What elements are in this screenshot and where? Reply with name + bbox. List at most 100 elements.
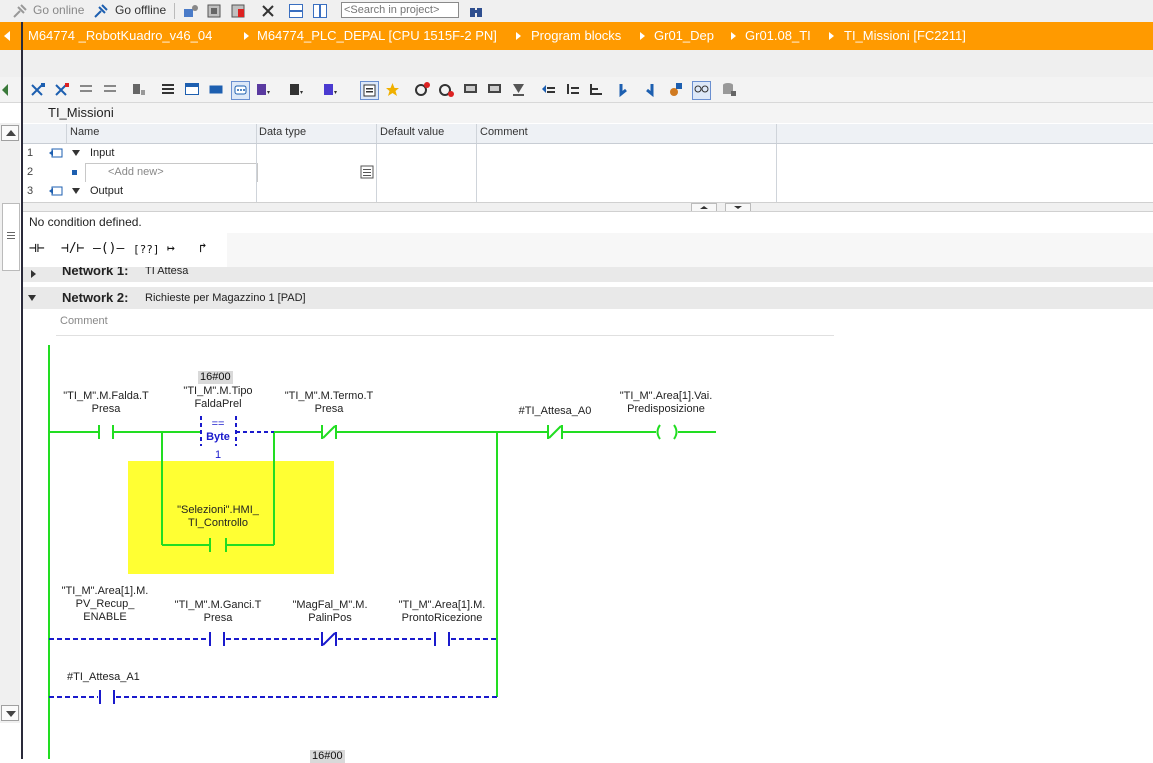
- operand-selezioni[interactable]: "Selezioni".HMI_ TI_Controllo: [168, 504, 268, 530]
- accessible-devices-icon[interactable]: [183, 3, 199, 19]
- grip-line: [7, 238, 15, 239]
- breadcrumb-plc[interactable]: M64774_PLC_DEPAL [CPU 1515F-2 PN]: [257, 28, 497, 43]
- operand-ganci[interactable]: "TI_M".M.Ganci.T Presa: [168, 599, 268, 625]
- favorites-toggle-icon[interactable]: [360, 81, 379, 100]
- close-networks-icon[interactable]: [208, 81, 225, 98]
- nc-contact-button[interactable]: ⊣/⊢: [61, 241, 84, 256]
- interface-row-output[interactable]: 3 Output: [23, 182, 1153, 203]
- search-project-input[interactable]: [341, 2, 459, 18]
- add-new-placeholder: <Add new>: [108, 166, 164, 178]
- start-cpu-icon[interactable]: [206, 3, 222, 19]
- memory-icon[interactable]: [720, 81, 737, 98]
- tag-info-icon[interactable]: [288, 81, 305, 98]
- col-divider: [256, 144, 257, 163]
- scroll-down-button[interactable]: [1, 705, 19, 721]
- operand-falda[interactable]: "TI_M".M.Falda.T Presa: [56, 390, 156, 416]
- network-comment-field[interactable]: Comment: [56, 310, 834, 336]
- operand-attesa-a0[interactable]: #TI_Attesa_A0: [505, 405, 605, 418]
- operand-termo[interactable]: "TI_M".M.Termo.T Presa: [279, 390, 379, 416]
- stop-cpu-icon[interactable]: [230, 3, 246, 19]
- col-divider: [776, 182, 777, 202]
- col-name[interactable]: Name: [70, 126, 99, 138]
- add-new-input[interactable]: <Add new>: [85, 163, 258, 183]
- empty-box-button[interactable]: [??]: [133, 243, 160, 256]
- jump-forward-icon[interactable]: [616, 81, 633, 98]
- open-networks-icon[interactable]: [184, 81, 201, 98]
- split-horizontal-icon[interactable]: [288, 3, 304, 19]
- tag-info-list-icon[interactable]: [322, 81, 339, 98]
- operand-pronto[interactable]: "TI_M".Area[1].M. ProntoRicezione: [391, 599, 493, 625]
- comparator-type[interactable]: Byte: [203, 431, 233, 444]
- go-online-icon[interactable]: [12, 3, 28, 19]
- monitor-icon[interactable]: [462, 81, 479, 98]
- jump-back-icon[interactable]: [640, 81, 657, 98]
- insert-row-icon[interactable]: [78, 81, 95, 98]
- interface-row-add-new[interactable]: 2 <Add new>: [23, 163, 1153, 183]
- network-2-title: Richieste per Magazzino 1 [PAD]: [145, 292, 306, 304]
- add-row-icon[interactable]: [102, 81, 119, 98]
- go-offline-button[interactable]: Go offline: [115, 3, 166, 17]
- reset-breakpoint-icon[interactable]: [414, 81, 431, 98]
- coil-predisposizione[interactable]: [656, 424, 661, 440]
- block-editor-toolbar: [0, 77, 1153, 103]
- open-branch-button[interactable]: ↦: [167, 241, 175, 256]
- breadcrumb-block[interactable]: TI_Missioni [FC2211]: [844, 28, 966, 43]
- call-structure-icon[interactable]: [540, 81, 557, 98]
- monitoring-toggle-icon[interactable]: [692, 81, 711, 100]
- operand-area-vai[interactable]: "TI_M".Area[1].Vai. Predisposizione: [612, 390, 720, 416]
- col-default-value[interactable]: Default value: [380, 126, 444, 138]
- prev-icon[interactable]: [0, 81, 17, 98]
- network-2-header[interactable]: Network 2: Richieste per Magazzino 1 [PA…: [23, 287, 1153, 309]
- breadcrumb-project[interactable]: M64774 _RobotKuadro_v46_04: [28, 28, 212, 43]
- breadcrumb-subgroup[interactable]: Gr01.08_TI: [745, 28, 811, 43]
- go-online-button[interactable]: Go online: [33, 3, 84, 17]
- insert-network-icon[interactable]: [30, 81, 47, 98]
- scroll-thumb[interactable]: [2, 203, 20, 271]
- breadcrumb-arrow-icon: [829, 32, 834, 40]
- all-networks-icon[interactable]: [160, 81, 177, 98]
- coil-predisposizione[interactable]: [673, 424, 678, 440]
- indent-icon[interactable]: [564, 81, 581, 98]
- go-offline-icon[interactable]: [93, 3, 109, 19]
- absolute-operands-icon[interactable]: [255, 81, 272, 98]
- scroll-up-button[interactable]: [1, 125, 19, 141]
- splitter[interactable]: [23, 202, 1153, 212]
- expand-icon[interactable]: [72, 150, 80, 156]
- operand-pvrecup[interactable]: "TI_M".Area[1].M. PV_Recup_ ENABLE: [55, 585, 155, 624]
- expand-network-icon[interactable]: [31, 270, 36, 278]
- data-type-picker-icon[interactable]: [360, 165, 374, 179]
- operand-attesa-a1[interactable]: #TI_Attesa_A1: [56, 671, 167, 684]
- breadcrumb-program-blocks[interactable]: Program blocks: [531, 28, 621, 43]
- col-comment[interactable]: Comment: [480, 126, 528, 138]
- abs-operand-icon[interactable]: [130, 81, 147, 98]
- block-title-bar: TI_Missioni: [23, 103, 1153, 123]
- collapse-network-icon[interactable]: [28, 295, 36, 301]
- no-contact-button[interactable]: ⊣⊢: [29, 241, 45, 256]
- star-icon[interactable]: [384, 81, 401, 98]
- tree-icon[interactable]: [588, 81, 605, 98]
- palette-background: [227, 233, 1153, 267]
- operand-magfal[interactable]: "MagFal_M".M. PalinPos: [280, 599, 380, 625]
- settings-icon[interactable]: [668, 81, 685, 98]
- contact-magfal-nc: [322, 632, 336, 646]
- left-scrollbar[interactable]: [0, 123, 20, 723]
- close-branch-button[interactable]: ↱: [199, 241, 207, 256]
- coil-button[interactable]: –()–: [93, 241, 124, 256]
- split-vertical-icon[interactable]: [312, 3, 328, 19]
- chevron-down-icon: [6, 711, 16, 717]
- monitor-modify-icon[interactable]: [486, 81, 503, 98]
- col-data-type[interactable]: Data type: [259, 126, 306, 138]
- col-divider: [476, 163, 477, 182]
- interface-row-input[interactable]: 1 Input: [23, 144, 1153, 164]
- network-1-header[interactable]: Network 1: TI Attesa: [23, 267, 1153, 282]
- clear-breakpoint-icon[interactable]: [438, 81, 455, 98]
- expand-icon[interactable]: [72, 188, 80, 194]
- binoculars-icon[interactable]: [468, 3, 484, 19]
- cross-reference-icon[interactable]: [260, 3, 276, 19]
- operand-tipo[interactable]: "TI_M".M.Tipo FaldaPrel: [168, 385, 268, 411]
- collapse-left-icon[interactable]: [4, 31, 10, 41]
- delete-network-icon[interactable]: [54, 81, 71, 98]
- breadcrumb-group[interactable]: Gr01_Dep: [654, 28, 714, 43]
- comments-toggle-icon[interactable]: [231, 81, 250, 100]
- download-icon[interactable]: [510, 81, 527, 98]
